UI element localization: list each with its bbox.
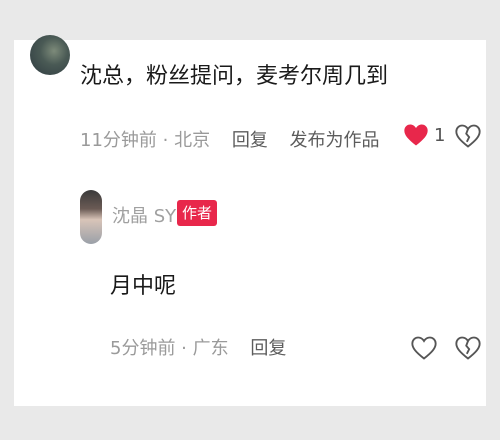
dislike-button[interactable] (454, 334, 482, 362)
comment-text: 沈总，粉丝提问，麦考尔周几到 (80, 64, 389, 89)
dislike-button[interactable] (454, 122, 482, 150)
reply-item: 沈晶 SYD 作者 月中呢 5分钟前 · 广东 回复 (14, 188, 486, 378)
author-badge: 作者 (177, 200, 218, 226)
publish-as-work-button[interactable]: 发布为作品 (290, 130, 380, 151)
heart-broken-icon (455, 124, 481, 148)
like-count: 1 (434, 124, 446, 146)
comment-panel: 沈总，粉丝提问，麦考尔周几到 11分钟前 · 北京 回复 发布为作品 1 沈晶 … (14, 35, 486, 406)
comment-meta: 11分钟前 · 北京 回复 发布为作品 (80, 126, 380, 152)
comment-time-location: 11分钟前 · 北京 (80, 130, 211, 151)
avatar[interactable] (80, 190, 102, 244)
reply-button[interactable]: 回复 (232, 130, 268, 151)
comment-text: 月中呢 (110, 274, 177, 299)
like-button[interactable] (410, 334, 438, 362)
comment-time-location: 5分钟前 · 广东 (110, 338, 229, 359)
comment-item: 沈总，粉丝提问，麦考尔周几到 11分钟前 · 北京 回复 发布为作品 1 (14, 35, 486, 180)
heart-broken-icon (455, 336, 481, 360)
like-button[interactable]: 1 (402, 120, 445, 150)
reply-button[interactable]: 回复 (250, 338, 286, 359)
heart-filled-icon[interactable] (402, 121, 430, 149)
comment-meta: 5分钟前 · 广东 回复 (110, 334, 286, 360)
avatar[interactable] (30, 35, 70, 75)
heart-outline-icon (411, 336, 437, 360)
